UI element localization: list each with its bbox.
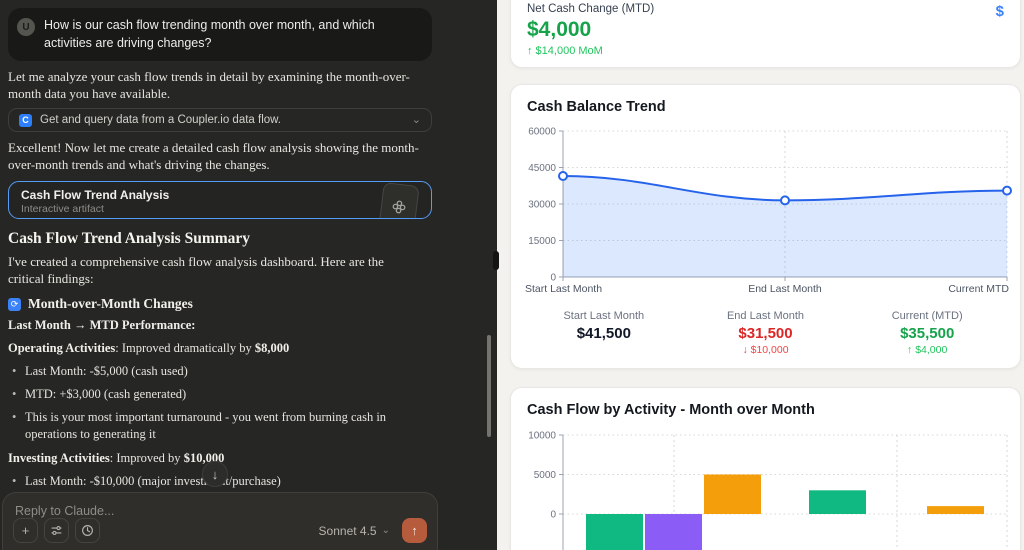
dollar-sign-icon: $	[995, 3, 1004, 20]
kpi-value: $4,000	[527, 18, 592, 41]
list-item: MTD: +$3,000 (cash generated)	[8, 386, 408, 403]
arrow-down-icon: ↓	[211, 466, 219, 482]
sliders-icon	[51, 525, 62, 536]
cash-flow-bars-chart: -10000-50000500010000	[523, 424, 1008, 550]
chart-title: Cash Balance Trend	[527, 99, 666, 115]
operating-bullets: Last Month: -$5,000 (cash used) MTD: +$3…	[8, 363, 433, 443]
chart-title: Cash Flow by Activity - Month over Month	[527, 402, 815, 418]
artifact-petals-icon	[392, 200, 406, 214]
operating-activities-line: Operating Activities: Improved dramatica…	[8, 341, 290, 355]
send-button[interactable]: ↑	[402, 518, 427, 543]
tool-call-label: Get and query data from a Coupler.io dat…	[40, 114, 282, 126]
stat-end-last-month: End Last Month $31,500 ↓ $10,000	[726, 310, 805, 356]
list-item: This is your most important turnaround -…	[8, 409, 408, 443]
cash-flow-by-activity-card: Cash Flow by Activity - Month over Month…	[510, 387, 1021, 550]
tool-call-card[interactable]: C Get and query data from a Coupler.io d…	[8, 108, 432, 132]
svg-text:End Last Month: End Last Month	[748, 283, 822, 295]
panel-resize-handle[interactable]	[493, 251, 499, 270]
scroll-to-bottom-button[interactable]: ↓	[202, 461, 228, 487]
net-cash-change-card: Net Cash Change (MTD) $4,000 ↑ $14,000 M…	[510, 0, 1021, 68]
kpi-label: Net Cash Change (MTD)	[527, 3, 655, 15]
cash-balance-trend-card: Cash Balance Trend 0 15000 30000 45000 60000…	[510, 84, 1021, 369]
kpi-content: Net Cash Change (MTD) $4,000 ↑ $14,000 M…	[527, 3, 654, 57]
composer[interactable]: Reply to Claude... + Sonnet 4.5 ⌄ ↑	[2, 492, 438, 550]
plus-icon: +	[21, 523, 30, 538]
history-button[interactable]	[75, 518, 100, 543]
svg-text:0: 0	[550, 510, 556, 521]
model-selector[interactable]: Sonnet 4.5 ⌄	[319, 524, 390, 538]
chat-panel: U How is our cash flow trending month ov…	[0, 0, 497, 550]
summary-intro: I've created a comprehensive cash flow a…	[8, 254, 384, 286]
section-title: Month-over-Month Changes	[28, 296, 193, 311]
user-message-text: How is our cash flow trending month over…	[44, 18, 375, 50]
artifact-panel: Net Cash Change (MTD) $4,000 ↑ $14,000 M…	[497, 0, 1024, 550]
operating-amount: $8,000	[254, 341, 290, 355]
artifact-preview-card[interactable]: Cash Flow Trend Analysis Interactive art…	[8, 181, 432, 219]
reply-input[interactable]: Reply to Claude...	[15, 504, 425, 518]
list-item: Last Month: -$5,000 (cash used)	[8, 363, 408, 380]
investing-label: Investing Activities	[8, 451, 110, 465]
svg-text:5000: 5000	[534, 470, 557, 481]
chevron-down-icon: ⌄	[411, 113, 421, 126]
arrow-up-icon: ↑	[411, 523, 418, 538]
cash-balance-trend-chart: 0 15000 30000 45000 60000 Start Last Month End…	[523, 121, 1012, 302]
svg-text:0: 0	[550, 273, 556, 284]
stat-current-mtd: Current (MTD) $35,500 ↑ $4,000	[891, 310, 963, 356]
coupler-icon: C	[19, 113, 32, 127]
svg-text:45000: 45000	[528, 163, 556, 174]
svg-text:Start Last Month: Start Last Month	[525, 283, 602, 295]
svg-text:30000: 30000	[528, 200, 556, 211]
artifact-title: Cash Flow Trend Analysis	[21, 188, 170, 202]
svg-text:10000: 10000	[528, 431, 556, 442]
composer-toolbar: + Sonnet 4.5 ⌄ ↑	[13, 518, 427, 543]
section-heading: ⟳ Month-over-Month Changes	[8, 296, 433, 312]
chat-scroll-area[interactable]: U How is our cash flow trending month ov…	[0, 0, 497, 550]
artifact-thumbnail	[378, 182, 420, 218]
summary-heading: Cash Flow Trend Analysis Summary	[8, 230, 251, 247]
tools-button[interactable]	[44, 518, 69, 543]
user-message: U How is our cash flow trending month ov…	[8, 8, 432, 61]
attach-button[interactable]: +	[13, 518, 38, 543]
chat-scrollbar-thumb[interactable]	[487, 335, 491, 437]
assistant-paragraph: Excellent! Now let me create a detailed …	[8, 140, 419, 172]
artifact-subtitle: Interactive artifact	[21, 203, 104, 215]
model-name: Sonnet 4.5	[318, 523, 377, 538]
kpi-delta: ↑ $14,000 MoM	[527, 45, 603, 57]
assistant-paragraph: Let me analyze your cash flow trends in …	[8, 69, 410, 101]
trend-stats-row: Start Last Month $41,500 End Last Month …	[523, 310, 1008, 356]
refresh-icon: ⟳	[8, 297, 21, 311]
operating-label: Operating Activities	[8, 341, 116, 355]
performance-subheading: Last Month → MTD Performance:	[8, 318, 196, 332]
svg-text:60000: 60000	[528, 127, 556, 138]
clock-icon	[82, 525, 93, 536]
svg-text:Current MTD: Current MTD	[948, 283, 1009, 295]
svg-text:15000: 15000	[528, 236, 556, 247]
stat-start-last-month: Start Last Month $41,500	[563, 310, 645, 342]
chevron-down-icon: ⌄	[381, 525, 390, 536]
user-avatar: U	[17, 18, 35, 36]
